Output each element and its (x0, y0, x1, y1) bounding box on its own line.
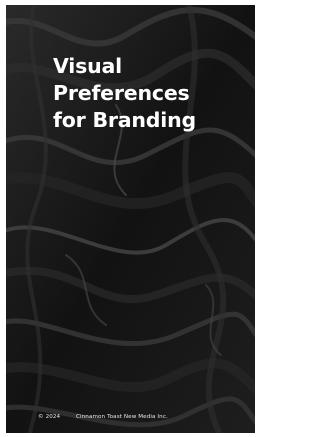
title-line-3: for Branding (53, 108, 196, 132)
company-name: Cinnamon Toast New Media Inc. (76, 414, 168, 420)
title-line-2: Preferences (53, 81, 190, 105)
copyright-text: © 2024 (38, 414, 61, 420)
cover-title: Visual Preferences for Branding (53, 53, 243, 134)
title-line-1: Visual (53, 54, 122, 78)
cover-footer: © 2024 Cinnamon Toast New Media Inc. (38, 414, 168, 420)
cover-page: Visual Preferences for Branding © 2024 C… (6, 5, 255, 433)
